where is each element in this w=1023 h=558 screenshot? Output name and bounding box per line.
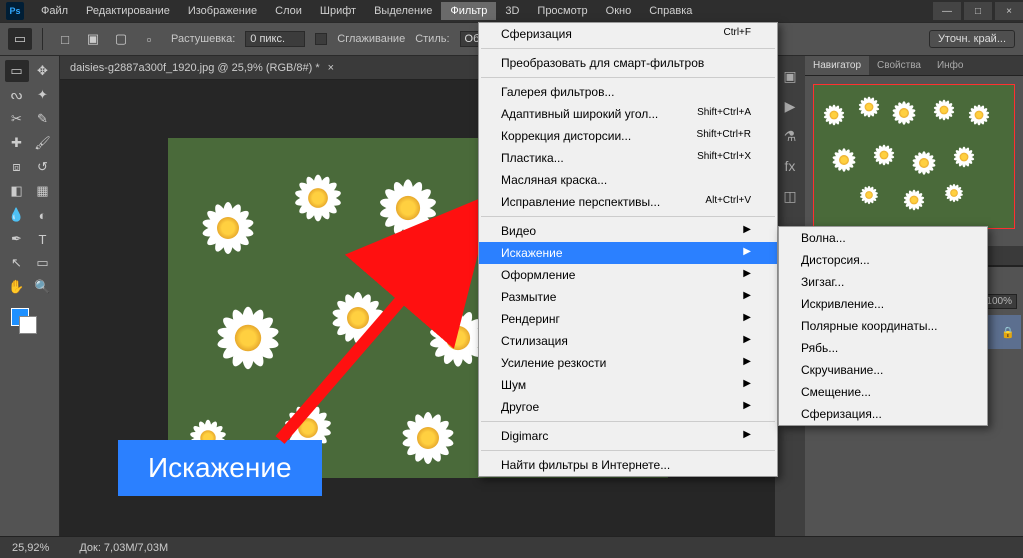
- menu-редактирование[interactable]: Редактирование: [77, 2, 179, 20]
- menuitem-шум[interactable]: Шум▶: [479, 374, 777, 396]
- menuitem-рендеринг[interactable]: Рендеринг▶: [479, 308, 777, 330]
- eraser-tool[interactable]: ◧: [5, 180, 29, 202]
- titlebar: Ps ФайлРедактированиеИзображениеСлоиШриф…: [0, 0, 1023, 22]
- stamp-tool[interactable]: ⧈: [5, 156, 29, 178]
- history-icon[interactable]: ▣: [780, 66, 800, 86]
- menuitem-другое[interactable]: Другое▶: [479, 396, 777, 418]
- gradient-tool[interactable]: ▦: [31, 180, 55, 202]
- document-tab-label: daisies-g2887a300f_1920.jpg @ 25,9% (RGB…: [70, 62, 320, 74]
- window-controls: — □ ×: [930, 2, 1023, 20]
- menuitem-размытие[interactable]: Размытие▶: [479, 286, 777, 308]
- type-tool[interactable]: T: [31, 228, 55, 250]
- menubar: ФайлРедактированиеИзображениеСлоиШрифтВы…: [32, 2, 701, 20]
- wand-tool[interactable]: ✦: [31, 84, 55, 106]
- marquee-tool[interactable]: ▭: [5, 60, 29, 82]
- menuitem-коррекция-дисторсии-[interactable]: Коррекция дисторсии...Shift+Ctrl+R: [479, 125, 777, 147]
- navigator-preview[interactable]: [805, 76, 1023, 246]
- pen-tool[interactable]: ✒: [5, 228, 29, 250]
- close-button[interactable]: ×: [995, 2, 1023, 20]
- app-logo: Ps: [6, 2, 24, 20]
- selection-mode-icons[interactable]: □▣▢▫: [53, 28, 161, 50]
- distort-submenu: Волна...Дисторсия...Зигзаг...Искривление…: [778, 226, 988, 426]
- antialias-label: Сглаживание: [337, 33, 405, 45]
- blur-tool[interactable]: 💧: [5, 204, 29, 226]
- zoom-status[interactable]: 25,92%: [12, 542, 49, 554]
- menu-изображение[interactable]: Изображение: [179, 2, 266, 20]
- menuitem-найти-фильтры-в-интернете-[interactable]: Найти фильтры в Интернете...: [479, 454, 777, 476]
- status-bar: 25,92% Док: 7,03M/7,03M: [0, 536, 1023, 558]
- menu-просмотр[interactable]: Просмотр: [528, 2, 596, 20]
- shape-tool[interactable]: ▭: [31, 252, 55, 274]
- menuitem-пластика-[interactable]: Пластика...Shift+Ctrl+X: [479, 147, 777, 169]
- marquee-tool-icon[interactable]: ▭: [8, 28, 32, 50]
- menu-справка[interactable]: Справка: [640, 2, 701, 20]
- submenuitem-зигзаг-[interactable]: Зигзаг...: [779, 271, 987, 293]
- submenuitem-искривление-[interactable]: Искривление...: [779, 293, 987, 315]
- submenuitem-смещение-[interactable]: Смещение...: [779, 381, 987, 403]
- menuitem-видео[interactable]: Видео▶: [479, 220, 777, 242]
- menu-выделение[interactable]: Выделение: [365, 2, 441, 20]
- crop-tool[interactable]: ✂: [5, 108, 29, 130]
- submenuitem-полярные-координаты-[interactable]: Полярные координаты...: [779, 315, 987, 337]
- submenuitem-скручивание-[interactable]: Скручивание...: [779, 359, 987, 381]
- history-brush[interactable]: ↺: [31, 156, 55, 178]
- menuitem-усиление-резкости[interactable]: Усиление резкости▶: [479, 352, 777, 374]
- brush-tool[interactable]: 🖌: [31, 132, 55, 154]
- menuitem-digimarc[interactable]: Digimarc▶: [479, 425, 777, 447]
- healing-tool[interactable]: ✚: [5, 132, 29, 154]
- filter-menu-dropdown: СферизацияCtrl+F Преобразовать для смарт-…: [478, 22, 778, 477]
- menuitem-адаптивный-широкий-угол-[interactable]: Адаптивный широкий угол...Shift+Ctrl+A: [479, 103, 777, 125]
- menu-фильтр[interactable]: Фильтр: [441, 2, 496, 20]
- submenuitem-дисторсия-[interactable]: Дисторсия...: [779, 249, 987, 271]
- tab-navigator[interactable]: Навигатор: [805, 56, 869, 75]
- menuitem-стилизация[interactable]: Стилизация▶: [479, 330, 777, 352]
- feather-input[interactable]: 0 пикс.: [245, 31, 305, 47]
- maximize-button[interactable]: □: [964, 2, 992, 20]
- feather-label: Растушевка:: [171, 33, 235, 45]
- path-tool[interactable]: ↖: [5, 252, 29, 274]
- close-tab-icon[interactable]: ×: [328, 62, 334, 74]
- menuitem-исправление-перспективы-[interactable]: Исправление перспективы...Alt+Ctrl+V: [479, 191, 777, 213]
- zoom-tool[interactable]: 🔍: [31, 276, 55, 298]
- style-label: Стиль:: [415, 33, 449, 45]
- tab-properties[interactable]: Свойства: [869, 56, 929, 75]
- menuitem-масляная-краска-[interactable]: Масляная краска...: [479, 169, 777, 191]
- toolbox: ▭✥ ᔓ✦ ✂✎ ✚🖌 ⧈↺ ◧▦ 💧◐ ✒T ↖▭ ✋🔍: [0, 56, 60, 536]
- dodge-tool[interactable]: ◐: [31, 204, 55, 226]
- antialias-checkbox[interactable]: [315, 33, 327, 45]
- refine-edge-button[interactable]: Уточн. край...: [929, 30, 1015, 48]
- menu-шрифт[interactable]: Шрифт: [311, 2, 365, 20]
- submenuitem-сферизация-[interactable]: Сферизация...: [779, 403, 987, 425]
- menuitem-преобразовать-для-смарт-фильтров[interactable]: Преобразовать для смарт-фильтров: [479, 52, 777, 74]
- submenuitem-рябь-[interactable]: Рябь...: [779, 337, 987, 359]
- eyedropper-tool[interactable]: ✎: [31, 108, 55, 130]
- annotation-callout: Искажение: [118, 440, 322, 496]
- menuitem-оформление[interactable]: Оформление▶: [479, 264, 777, 286]
- background-swatch[interactable]: [19, 316, 37, 334]
- navigator-panel-tabs: Навигатор Свойства Инфо: [805, 56, 1023, 76]
- menu-файл[interactable]: Файл: [32, 2, 77, 20]
- menuitem-галерея-фильтров-[interactable]: Галерея фильтров...: [479, 81, 777, 103]
- 3d-icon[interactable]: ◫: [780, 186, 800, 206]
- menu-окно[interactable]: Окно: [597, 2, 641, 20]
- move-tool[interactable]: ✥: [31, 60, 55, 82]
- hand-tool[interactable]: ✋: [5, 276, 29, 298]
- styles-icon[interactable]: fx: [780, 156, 800, 176]
- actions-icon[interactable]: ▶: [780, 96, 800, 116]
- doc-size-status: Док: 7,03M/7,03M: [79, 542, 168, 554]
- lock-icon: 🔒: [1001, 326, 1015, 339]
- menuitem-сферизация[interactable]: СферизацияCtrl+F: [479, 23, 777, 45]
- adjustments-icon[interactable]: ⚗: [780, 126, 800, 146]
- menuitem-искажение[interactable]: Искажение▶: [479, 242, 777, 264]
- submenuitem-волна-[interactable]: Волна...: [779, 227, 987, 249]
- menu-3d[interactable]: 3D: [496, 2, 528, 20]
- minimize-button[interactable]: —: [933, 2, 961, 20]
- lasso-tool[interactable]: ᔓ: [5, 84, 29, 106]
- menu-слои[interactable]: Слои: [266, 2, 311, 20]
- tab-info[interactable]: Инфо: [929, 56, 972, 75]
